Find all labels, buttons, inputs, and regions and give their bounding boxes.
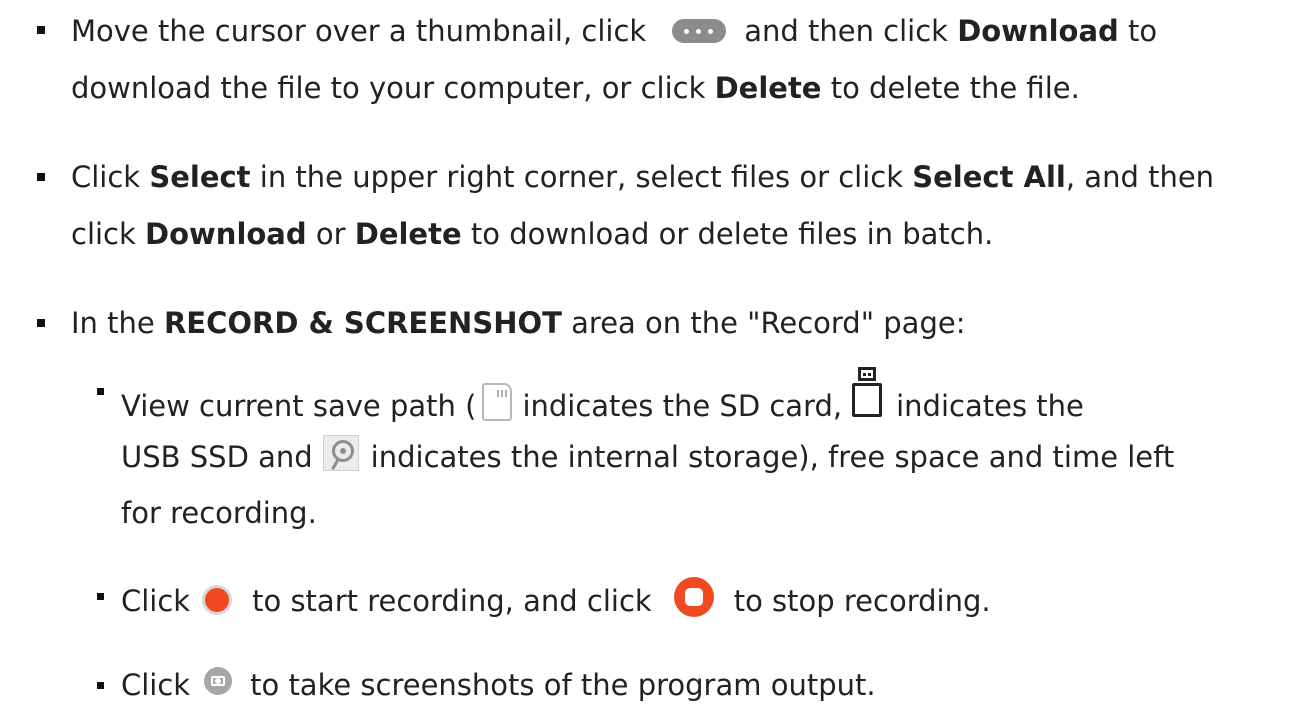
- bullet: [37, 319, 45, 327]
- text: indicates the SD card,: [522, 389, 843, 423]
- text: indicates the internal storage), free sp…: [370, 440, 1175, 474]
- sub-item-line: View current save path ( indicates the SD…: [121, 367, 1084, 435]
- delete-label: Delete: [714, 71, 822, 105]
- bullet: [37, 173, 45, 181]
- list-item-line: click Download or Delete to download or …: [71, 217, 993, 251]
- select-label: Select: [149, 160, 251, 194]
- text: download the file to your computer, or c…: [71, 71, 706, 105]
- text: and then click: [744, 14, 948, 48]
- text: area on the "Record" page:: [571, 306, 966, 340]
- list-item-line: download the file to your computer, or c…: [71, 71, 1080, 105]
- text: to: [1128, 14, 1158, 48]
- sub-bullet: [97, 593, 104, 600]
- text: to take screenshots of the program outpu…: [250, 668, 876, 702]
- more-options-icon: [672, 19, 727, 43]
- delete-label: Delete: [354, 217, 462, 251]
- sub-item-line: for recording.: [121, 496, 317, 530]
- record-screenshot-label: RECORD & SCREENSHOT: [163, 306, 562, 340]
- list-item-line: Click Select in the upper right corner, …: [71, 160, 1214, 194]
- text: , and then: [1065, 160, 1215, 194]
- text: Click: [121, 668, 191, 702]
- sub-item-line: USB SSD and indicates the internal storag…: [121, 435, 1175, 477]
- select-all-label: Select All: [912, 160, 1066, 194]
- text: click: [71, 217, 136, 251]
- record-icon: [202, 585, 233, 615]
- sub-bullet: [97, 388, 104, 395]
- text: indicates the: [896, 389, 1084, 423]
- text: to start recording, and click: [252, 584, 652, 618]
- sub-item-line: Click to take screenshots of the program …: [121, 667, 876, 702]
- sub-bullet: [97, 682, 104, 689]
- text: for recording.: [121, 496, 317, 530]
- text: USB SSD and: [121, 440, 313, 474]
- sub-item-line: Click to start recording, and click to sto…: [121, 577, 991, 623]
- screenshot-icon: [204, 667, 233, 695]
- text: in the upper right corner, select files …: [259, 160, 904, 194]
- text: to delete the file.: [830, 71, 1080, 105]
- stop-icon: [673, 577, 714, 617]
- text: Click: [121, 584, 191, 618]
- download-label: Download: [957, 14, 1119, 48]
- text: to download or delete files in batch.: [470, 217, 994, 251]
- internal-storage-icon: [322, 435, 359, 471]
- usb-ssd-icon: [852, 367, 883, 421]
- bullet: [37, 26, 45, 34]
- text: Move the cursor over a thumbnail, click: [71, 14, 647, 48]
- list-item-line: In the RECORD & SCREENSHOT area on the "…: [71, 306, 965, 340]
- text: or: [315, 217, 346, 251]
- text: In the: [71, 306, 155, 340]
- list-item-line: Move the cursor over a thumbnail, click a…: [71, 14, 1157, 48]
- text: View current save path (: [121, 389, 477, 423]
- sd-card-icon: [482, 383, 513, 421]
- text: to stop recording.: [733, 584, 991, 618]
- text: Click: [71, 160, 141, 194]
- download-label: Download: [145, 217, 307, 251]
